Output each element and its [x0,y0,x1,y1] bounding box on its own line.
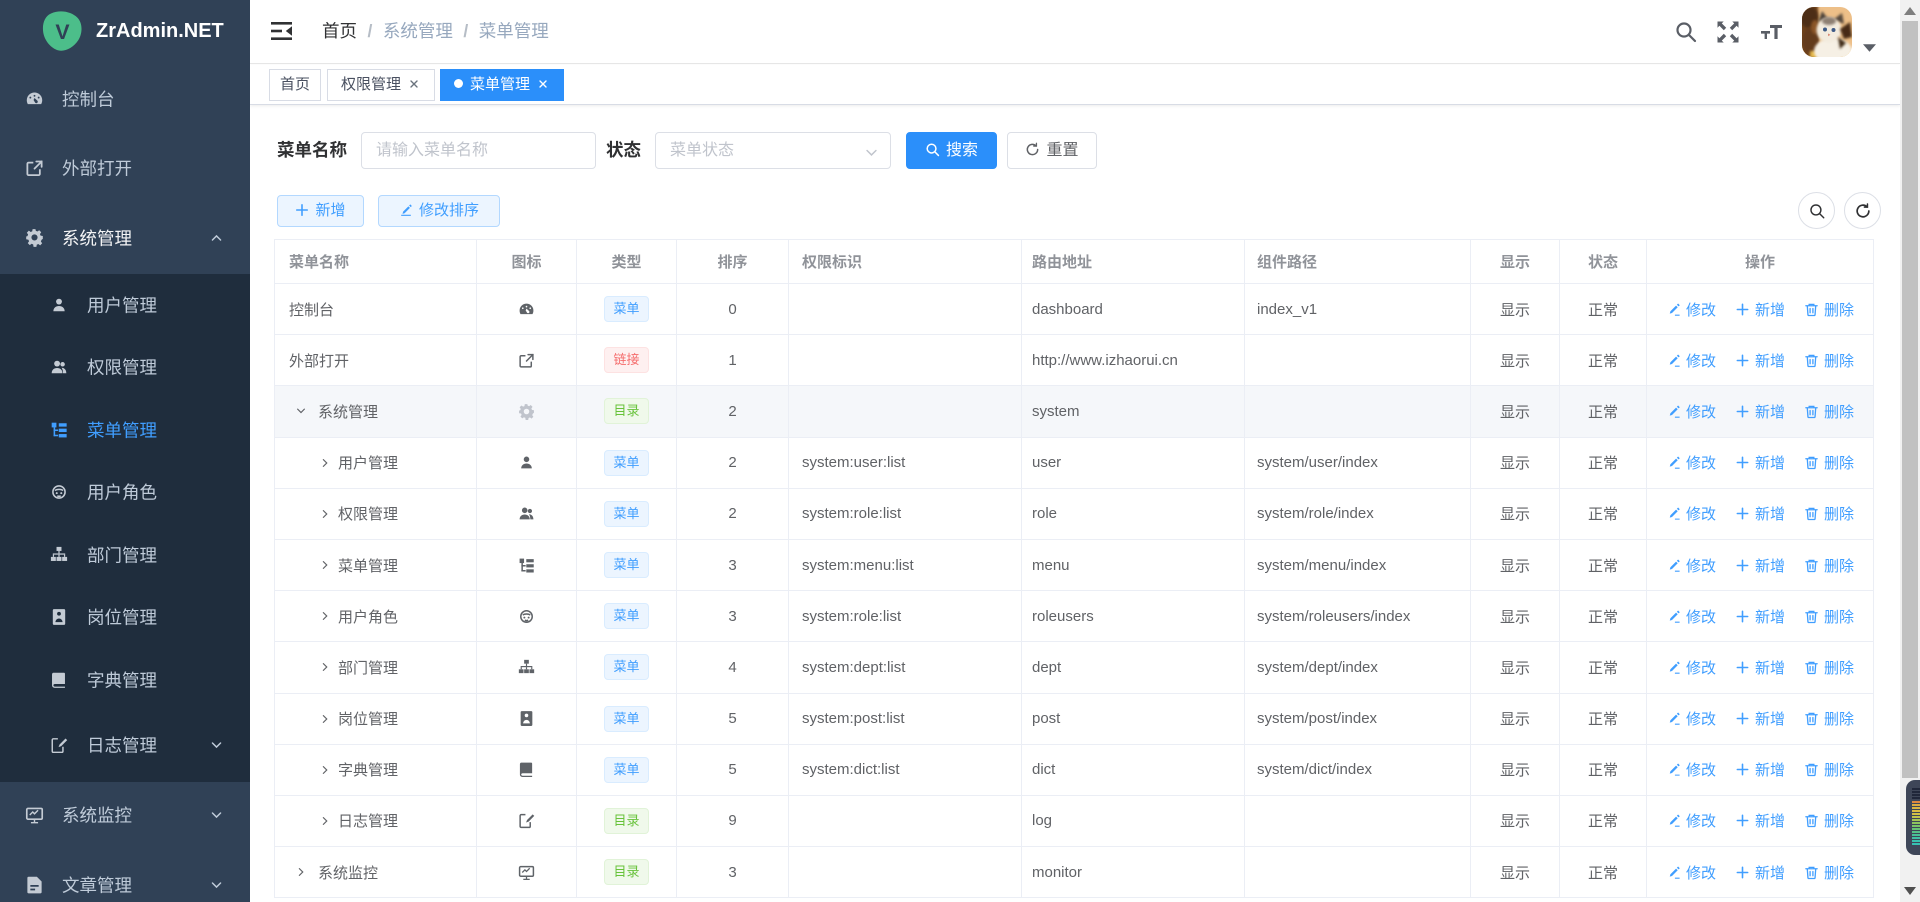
svg-text:V: V [55,20,70,44]
